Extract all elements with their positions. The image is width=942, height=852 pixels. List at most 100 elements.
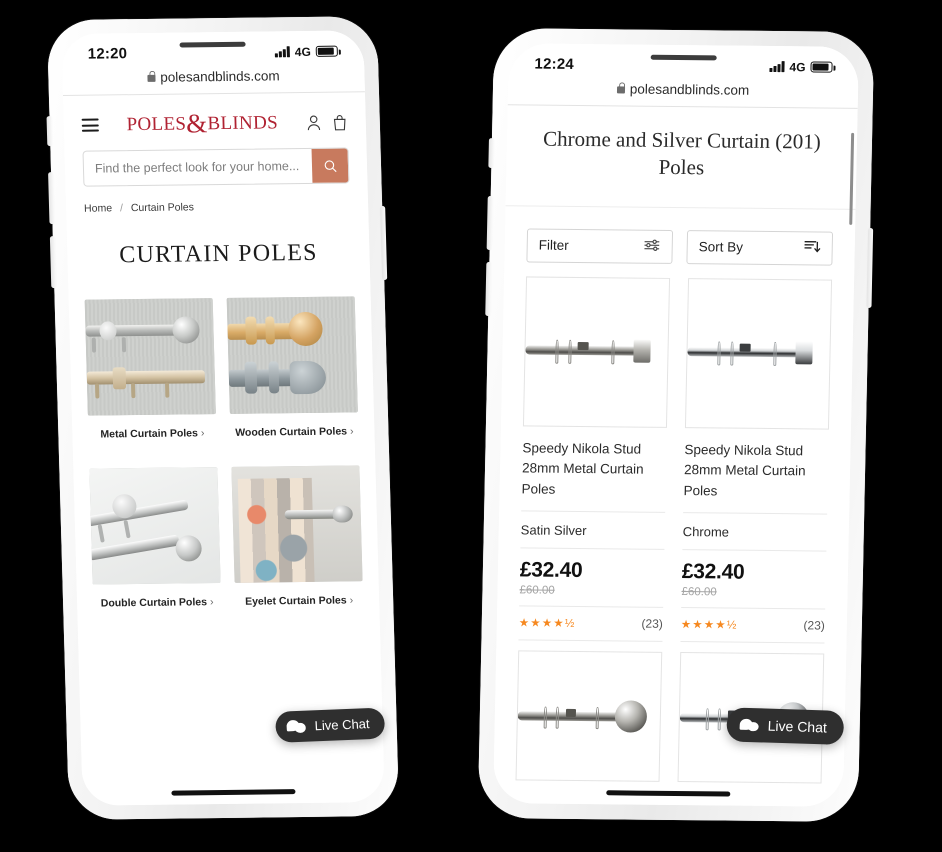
chevron-right-icon: › <box>200 427 205 440</box>
browser-url-bar-left[interactable]: polesandblinds.com <box>62 61 365 96</box>
logo-text-part1: POLES <box>126 113 187 136</box>
logo-text-part2: BLINDS <box>207 112 279 135</box>
star-rating-icon: ★★★★½ <box>518 617 576 631</box>
product-name: Speedy Nikola Stud 28mm Metal Curtain Po… <box>521 426 667 514</box>
chevron-right-icon: › <box>209 596 214 609</box>
category-label-eyelet: Eyelet Curtain Poles › <box>235 581 364 626</box>
category-page-title: Chrome and Silver Curtain (201) Poles <box>505 105 858 210</box>
phone-device-right: 12:24 4G polesandblinds.com Chrome and S… <box>477 28 875 822</box>
battery-icon <box>315 45 338 57</box>
silent-switch-right[interactable] <box>488 138 494 169</box>
category-image-double <box>89 467 221 585</box>
live-chat-button-right[interactable]: Live Chat <box>725 707 845 745</box>
category-label-metal: Metal Curtain Poles › <box>88 414 217 459</box>
chat-bubble-icon <box>739 717 759 733</box>
filter-button[interactable]: Filter <box>526 228 674 264</box>
product-colour: Chrome <box>682 513 828 552</box>
user-account-icon[interactable] <box>306 113 323 131</box>
star-rating-icon: ★★★★½ <box>680 619 738 632</box>
home-indicator-right <box>606 790 731 797</box>
network-type-label: 4G <box>294 44 311 59</box>
power-button-left[interactable] <box>380 206 388 281</box>
silent-switch-left[interactable] <box>46 116 53 147</box>
scene-root: 12:20 4G polesandblinds.com POLES&BLINDS <box>0 0 942 852</box>
shopping-bag-icon[interactable] <box>332 113 349 131</box>
sort-by-label: Sort By <box>698 239 744 255</box>
status-indicators-left: 4G <box>275 44 338 59</box>
live-chat-button-left[interactable]: Live Chat <box>274 707 386 743</box>
category-label-wooden: Wooden Curtain Poles › <box>230 412 359 457</box>
signal-strength-icon <box>769 61 785 73</box>
category-label-text: Metal Curtain Poles <box>100 427 199 441</box>
battery-icon <box>810 61 833 73</box>
category-label-text: Double Curtain Poles <box>100 596 208 610</box>
product-price: £32.40 <box>519 558 583 583</box>
signal-strength-icon <box>275 46 290 58</box>
status-indicators-right: 4G <box>769 59 833 74</box>
site-logo[interactable]: POLES&BLINDS <box>108 107 296 140</box>
page-title: CURTAIN POLES <box>118 239 318 269</box>
category-image-eyelet <box>231 465 363 583</box>
product-was-price: £60.00 <box>519 582 664 609</box>
product-image-satin-silver-stud <box>522 276 671 428</box>
browser-viewport-right: 12:24 4G polesandblinds.com Chrome and S… <box>493 43 859 807</box>
browser-url-bar-right[interactable]: polesandblinds.com <box>507 74 859 109</box>
search-box[interactable] <box>82 147 350 187</box>
product-card[interactable]: Speedy Nikola Stud 28mm Metal Curtain Po… <box>680 277 833 644</box>
product-rating-row: ★★★★½ (23) <box>680 608 826 644</box>
search-row-left <box>64 143 367 187</box>
status-bar-left: 12:20 4G <box>61 30 365 65</box>
site-header-left: POLES&BLINDS <box>63 92 366 147</box>
chat-bubble-icon <box>286 719 307 735</box>
phone-screen-right: 12:24 4G polesandblinds.com Chrome and S… <box>493 43 859 807</box>
hamburger-menu-icon[interactable] <box>81 118 99 132</box>
url-text-right: polesandblinds.com <box>629 81 750 98</box>
chevron-right-icon: › <box>349 594 354 607</box>
browser-viewport-left: 12:20 4G polesandblinds.com POLES&BLINDS <box>61 30 385 806</box>
live-chat-label: Live Chat <box>314 716 370 734</box>
product-was-price: £60.00 <box>681 584 826 610</box>
product-card[interactable]: Speedy Nikola Stud 28mm Metal Curtain Po… <box>518 276 671 643</box>
category-card-eyelet[interactable]: Eyelet Curtain Poles › <box>231 465 363 626</box>
category-card-double[interactable]: Double Curtain Poles › <box>89 467 221 628</box>
logo-ampersand: & <box>185 108 208 139</box>
review-count: (23) <box>641 616 663 632</box>
search-submit-button[interactable] <box>311 148 349 183</box>
lock-icon <box>616 86 625 94</box>
metal-pole-image <box>84 298 216 416</box>
filter-label: Filter <box>538 237 569 254</box>
filter-sliders-icon <box>644 238 661 254</box>
category-label-text: Wooden Curtain Poles <box>235 425 348 439</box>
product-name: Speedy Nikola Stud 28mm Metal Curtain Po… <box>683 427 829 515</box>
listing-controls: Filter Sort By <box>504 206 855 280</box>
product-grid: Speedy Nikola Stud 28mm Metal Curtain Po… <box>494 276 855 784</box>
product-card[interactable] <box>515 650 663 783</box>
phone-device-left: 12:20 4G polesandblinds.com POLES&BLINDS <box>46 16 400 820</box>
phone-screen-left: 12:20 4G polesandblinds.com POLES&BLINDS <box>61 30 385 806</box>
category-label-text: Eyelet Curtain Poles <box>244 594 347 608</box>
category-label-double: Double Curtain Poles › <box>93 583 222 628</box>
double-pole-image <box>89 467 221 585</box>
product-price: £32.40 <box>681 560 745 585</box>
live-chat-label: Live Chat <box>767 717 828 736</box>
power-button-right[interactable] <box>866 228 874 309</box>
breadcrumb: Home / Curtain Poles <box>65 183 368 215</box>
url-text-left: polesandblinds.com <box>160 68 280 85</box>
category-card-wooden[interactable]: Wooden Curtain Poles › <box>226 296 359 457</box>
breadcrumb-current: Curtain Poles <box>130 201 195 215</box>
eyelet-curtain-image <box>231 465 363 583</box>
lock-icon <box>147 74 156 82</box>
sort-descending-icon <box>804 240 821 257</box>
product-rating-row: ★★★★½ (23) <box>518 606 664 643</box>
product-colour: Satin Silver <box>520 511 666 551</box>
wooden-pole-image <box>226 296 358 414</box>
sort-by-button[interactable]: Sort By <box>686 229 834 266</box>
status-bar-right: 12:24 4G <box>508 43 859 78</box>
search-input[interactable] <box>83 148 313 186</box>
product-image-chrome-stud <box>684 277 833 430</box>
breadcrumb-home-link[interactable]: Home <box>84 202 112 214</box>
review-count: (23) <box>803 618 825 633</box>
product-image-satin-silver-ball <box>515 650 663 783</box>
breadcrumb-separator: / <box>119 202 124 215</box>
category-card-metal[interactable]: Metal Curtain Poles › <box>84 298 217 459</box>
